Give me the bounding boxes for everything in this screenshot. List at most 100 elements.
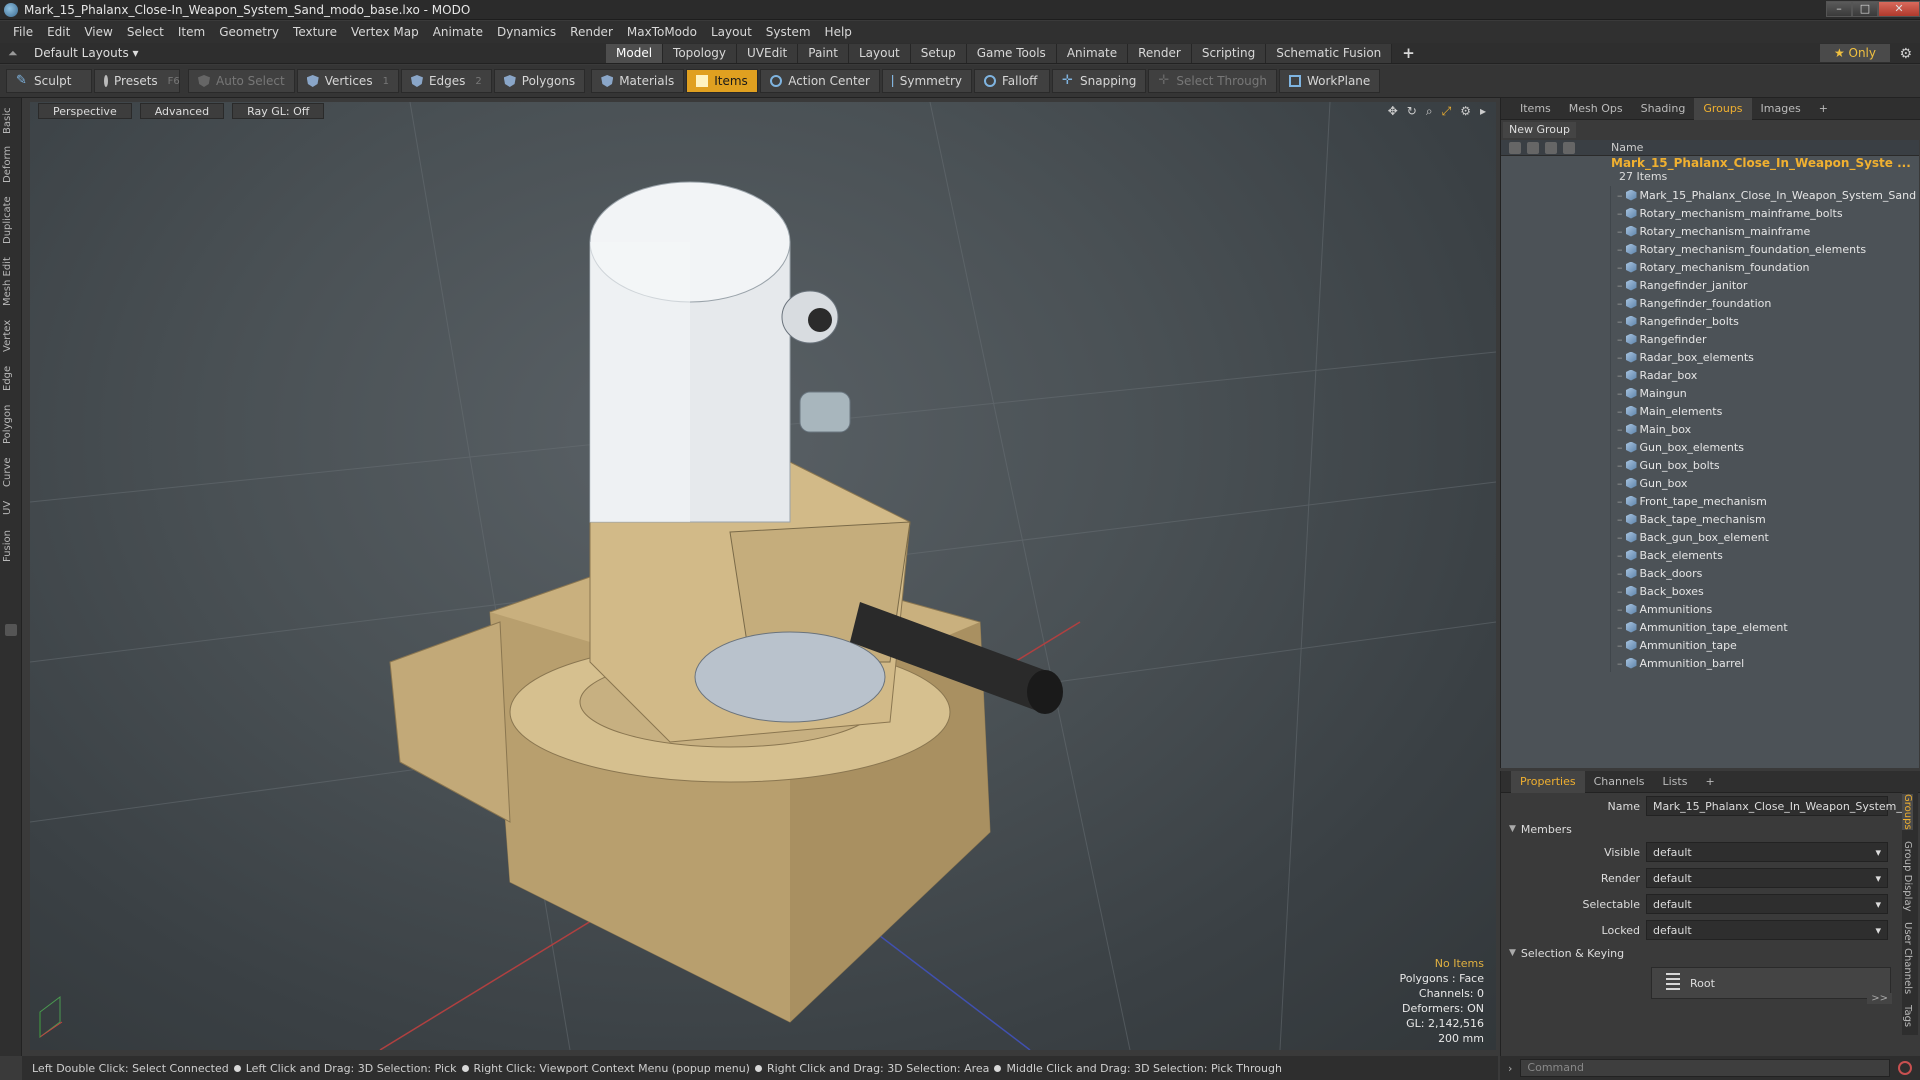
list-item[interactable]: – Rangefinder_foundation xyxy=(1501,294,1919,312)
list-item[interactable]: – Gun_box_elements xyxy=(1501,438,1919,456)
menu-view[interactable]: View xyxy=(77,25,119,39)
visible-select[interactable]: default ▾ xyxy=(1646,842,1888,862)
tab-shading[interactable]: Shading xyxy=(1632,102,1695,115)
list-item[interactable]: – Ammunition_barrel xyxy=(1501,654,1919,672)
add-tab-icon[interactable]: + xyxy=(1392,44,1425,63)
members-section[interactable]: ▼ Members xyxy=(1501,819,1920,839)
list-item[interactable]: – Mark_15_Phalanx_Close_In_Weapon_System_… xyxy=(1501,186,1919,204)
perspective-dropdown[interactable]: Perspective xyxy=(38,103,132,119)
tab-uvedit[interactable]: UVEdit xyxy=(737,43,799,63)
symmetry-button[interactable]: Symmetry xyxy=(882,69,972,93)
materials-button[interactable]: Materials xyxy=(591,69,685,93)
tab-scripting[interactable]: Scripting xyxy=(1191,43,1267,63)
tab-groups[interactable]: Groups xyxy=(1694,97,1752,120)
locked-select[interactable]: default ▾ xyxy=(1646,920,1888,940)
selection-keying-section[interactable]: ▼ Selection & Keying xyxy=(1501,943,1920,963)
advanced-dropdown[interactable]: Advanced xyxy=(139,103,225,119)
tab-setup[interactable]: Setup xyxy=(910,43,967,63)
list-item[interactable]: – Gun_box xyxy=(1501,474,1919,492)
menu-item[interactable]: Item xyxy=(171,25,212,39)
add-props-tab-icon[interactable]: + xyxy=(1696,775,1723,788)
snapping-button[interactable]: ✛ Snapping xyxy=(1052,69,1147,93)
items-button[interactable]: Items xyxy=(686,69,759,93)
falloff-button[interactable]: Falloff xyxy=(974,69,1050,93)
list-item[interactable]: – Rotary_mechanism_mainframe_bolts xyxy=(1501,204,1919,222)
left-tab-deform[interactable]: Deform xyxy=(2,142,20,186)
pan-icon[interactable]: ✥ xyxy=(1388,104,1398,119)
tab-mesh-ops[interactable]: Mesh Ops xyxy=(1560,102,1632,115)
menu-geometry[interactable]: Geometry xyxy=(212,25,286,39)
list-item[interactable]: – Ammunition_tape xyxy=(1501,636,1919,654)
gear-icon[interactable]: ⚙ xyxy=(1899,46,1912,62)
tab-topology[interactable]: Topology xyxy=(663,43,738,63)
eye-icon[interactable] xyxy=(1509,141,1521,154)
side-tab-group-display[interactable]: Group Display xyxy=(1902,841,1913,911)
viewport-settings-icon[interactable]: ⚙ xyxy=(1460,104,1471,119)
collapse-arrow-icon[interactable]: ⏶ xyxy=(8,46,20,61)
left-tab-uv[interactable]: UV xyxy=(2,496,20,520)
maximize-button[interactable]: □ xyxy=(1852,0,1878,17)
left-tab-mesh-edit[interactable]: Mesh Edit xyxy=(2,254,20,310)
menu-select[interactable]: Select xyxy=(120,25,171,39)
tab-game-tools[interactable]: Game Tools xyxy=(966,43,1057,63)
vertices-button[interactable]: Vertices 1 xyxy=(296,69,399,93)
menu-texture[interactable]: Texture xyxy=(286,25,344,39)
close-button[interactable]: ✕ xyxy=(1878,0,1920,17)
left-tab-vertex[interactable]: Vertex xyxy=(2,316,20,356)
list-item[interactable]: – Back_elements xyxy=(1501,546,1919,564)
selectable-select[interactable]: default ▾ xyxy=(1646,894,1888,914)
menu-maxtomodo[interactable]: MaxToModo xyxy=(620,25,704,39)
menu-dynamics[interactable]: Dynamics xyxy=(490,25,563,39)
tab-schematic-fusion[interactable]: Schematic Fusion xyxy=(1266,43,1393,63)
sculpt-button[interactable]: ✎ Sculpt xyxy=(6,69,92,93)
menu-render[interactable]: Render xyxy=(563,25,620,39)
list-item[interactable]: – Ammunition_tape_element xyxy=(1501,618,1919,636)
edges-button[interactable]: Edges 2 xyxy=(400,69,492,93)
fit-icon[interactable]: ⤢ xyxy=(1442,104,1452,119)
tab-render[interactable]: Render xyxy=(1128,43,1192,63)
tab-lists[interactable]: Lists xyxy=(1654,775,1697,788)
side-tab-groups[interactable]: Groups xyxy=(1902,794,1913,830)
tab-properties[interactable]: Properties xyxy=(1511,770,1585,793)
group-row[interactable]: Mark_15_Phalanx_Close_In_Weapon_Syste ..… xyxy=(1501,156,1919,186)
minimize-button[interactable]: – xyxy=(1826,0,1852,17)
menu-animate[interactable]: Animate xyxy=(426,25,490,39)
presets-button[interactable]: Presets F6 xyxy=(94,69,180,93)
list-item[interactable]: – Ammunitions xyxy=(1501,600,1919,618)
viewport-menu-arrow-icon[interactable]: ▸ xyxy=(1480,104,1486,119)
menu-system[interactable]: System xyxy=(759,25,818,39)
list-item[interactable]: – Rotary_mechanism_foundation_elements xyxy=(1501,240,1919,258)
rotate-icon[interactable]: ↻ xyxy=(1407,104,1417,119)
left-tab-curve[interactable]: Curve xyxy=(2,454,20,490)
list-item[interactable]: – Rangefinder_janitor xyxy=(1501,276,1919,294)
tab-images[interactable]: Images xyxy=(1752,102,1810,115)
left-tab-polygon[interactable]: Polygon xyxy=(2,400,20,448)
auto-select-button[interactable]: Auto Select xyxy=(188,69,295,93)
left-tab-edge[interactable]: Edge xyxy=(2,362,20,394)
zoom-icon[interactable]: ⌕ xyxy=(1426,104,1433,119)
list-item[interactable]: – Rangefinder_bolts xyxy=(1501,312,1919,330)
list-item[interactable]: – Back_doors xyxy=(1501,564,1919,582)
list-item[interactable]: – Radar_box xyxy=(1501,366,1919,384)
menu-vertex-map[interactable]: Vertex Map xyxy=(344,25,426,39)
list-item[interactable]: – Rangefinder xyxy=(1501,330,1919,348)
3d-viewport[interactable]: Perspective Advanced Ray GL: Off ✥ ↻ ⌕ ⤢… xyxy=(30,102,1496,1050)
list-item[interactable]: – Main_box xyxy=(1501,420,1919,438)
only-button[interactable]: ★ Only xyxy=(1819,44,1890,62)
menu-help[interactable]: Help xyxy=(818,25,859,39)
side-tab-tags[interactable]: Tags xyxy=(1902,1005,1913,1027)
tab-items[interactable]: Items xyxy=(1511,102,1560,115)
render-select[interactable]: default ▾ xyxy=(1646,868,1888,888)
layouts-dropdown[interactable]: ⏶ Default Layouts ▾ xyxy=(0,46,600,61)
expand-more-button[interactable]: >> xyxy=(1867,993,1892,1004)
tab-channels[interactable]: Channels xyxy=(1585,775,1654,788)
name-field[interactable]: Mark_15_Phalanx_Close_In_Weapon_System_S xyxy=(1646,796,1909,816)
new-group-button[interactable]: New Group xyxy=(1503,122,1576,138)
list-item[interactable]: – Back_boxes xyxy=(1501,582,1919,600)
list-item[interactable]: – Main_elements xyxy=(1501,402,1919,420)
stop-icon[interactable] xyxy=(1898,1061,1913,1075)
menu-edit[interactable]: Edit xyxy=(40,25,77,39)
list-item[interactable]: – Maingun xyxy=(1501,384,1919,402)
select-through-button[interactable]: ✛ Select Through xyxy=(1148,69,1277,93)
tab-model[interactable]: Model xyxy=(606,43,664,63)
